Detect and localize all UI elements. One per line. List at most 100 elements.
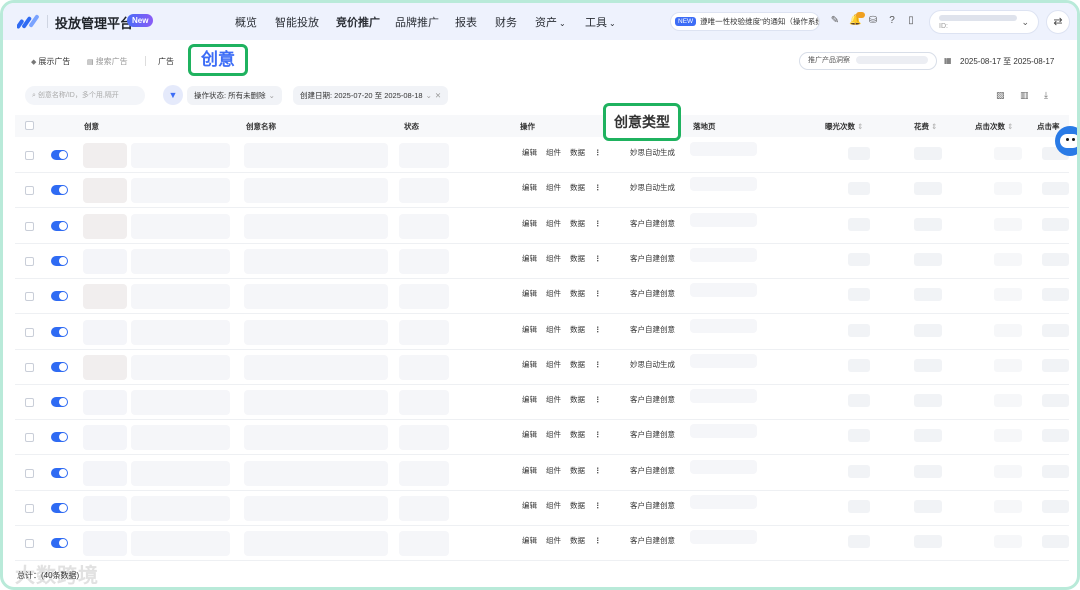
promo-product-insight[interactable]: 推广产品洞察 — [799, 52, 937, 70]
creative-thumbnail[interactable] — [83, 496, 127, 521]
component-link[interactable]: 组件 — [546, 430, 561, 439]
col-impressions[interactable]: 曝光次数 ⇕ — [825, 121, 863, 132]
status-toggle[interactable] — [51, 432, 68, 443]
row-checkbox[interactable] — [25, 327, 34, 337]
status-toggle[interactable] — [51, 503, 68, 513]
component-link[interactable]: 组件 — [546, 289, 561, 298]
edit-link[interactable]: 编辑 — [522, 183, 537, 192]
table-row[interactable]: 编辑 组件 数据 ⋮ 客户自建创意 — [15, 385, 1069, 421]
status-toggle[interactable] — [51, 255, 68, 266]
table-row[interactable]: 编辑 组件 数据 ⋮ 客户自建创意 — [15, 491, 1069, 526]
row-checkbox[interactable] — [25, 504, 34, 513]
data-link[interactable]: 数据 — [570, 325, 585, 334]
table-row[interactable]: 编辑 组件 数据 ⋮ 客户自建创意 — [15, 244, 1069, 279]
creative-thumbnail[interactable] — [83, 213, 127, 239]
logo-icon[interactable] — [17, 13, 39, 29]
table-row[interactable]: 编辑 组件 数据 ⋮ 客户自建创意 — [15, 315, 1069, 350]
edit-link[interactable]: 编辑 — [522, 360, 537, 369]
table-row[interactable]: 编辑 组件 数据 ⋮ 客户自建创意 — [15, 209, 1069, 244]
creative-thumbnail[interactable] — [83, 248, 127, 274]
menu-bidding-promotion[interactable]: 竞价推广 — [336, 14, 380, 30]
landing-page-placeholder[interactable] — [690, 212, 757, 227]
data-link[interactable]: 数据 — [570, 536, 585, 545]
row-checkbox[interactable] — [25, 292, 34, 302]
menu-brand-promotion[interactable]: 品牌推广 — [395, 14, 439, 30]
row-checkbox[interactable] — [25, 468, 34, 478]
landing-page-placeholder[interactable] — [690, 424, 757, 439]
select-all-checkbox[interactable] — [25, 121, 34, 130]
component-link[interactable]: 组件 — [546, 148, 561, 157]
landing-page-placeholder[interactable] — [690, 530, 757, 545]
status-toggle[interactable] — [51, 361, 68, 372]
more-icon[interactable]: ⋮ — [594, 289, 602, 298]
tab-search-ads[interactable]: ▤ 搜索广告 — [87, 56, 128, 67]
col-ctr[interactable]: 点击率 — [1037, 121, 1060, 132]
tab-creative[interactable]: 创意 — [188, 44, 248, 76]
data-link[interactable]: 数据 — [570, 501, 585, 510]
more-icon[interactable]: ⋮ — [594, 219, 602, 228]
table-row[interactable]: 编辑 组件 数据 ⋮ 客户自建创意 — [15, 526, 1069, 562]
component-link[interactable]: 组件 — [546, 254, 561, 263]
status-toggle[interactable] — [51, 397, 68, 408]
landing-page-placeholder[interactable] — [690, 318, 757, 333]
columns-icon[interactable]: ▥ — [1020, 90, 1029, 101]
notice-banner[interactable]: NEW 遵唯一性校验维度"的通知（操作系统 — [670, 12, 820, 31]
landing-page-placeholder[interactable] — [690, 177, 757, 192]
data-link[interactable]: 数据 — [570, 289, 585, 298]
landing-page-placeholder[interactable] — [690, 247, 757, 262]
row-checkbox[interactable] — [25, 186, 34, 196]
menu-assets[interactable]: 资产 ⌄ — [535, 14, 566, 30]
edit-link[interactable]: 编辑 — [522, 536, 537, 545]
status-toggle[interactable] — [51, 150, 68, 160]
landing-page-placeholder[interactable] — [690, 389, 757, 404]
creative-thumbnail[interactable] — [83, 460, 127, 486]
component-link[interactable]: 组件 — [546, 360, 561, 369]
tab-ads[interactable]: 广告 — [158, 56, 174, 67]
status-toggle[interactable] — [51, 467, 68, 478]
edit-link[interactable]: 编辑 — [522, 430, 537, 439]
landing-page-placeholder[interactable] — [690, 283, 757, 298]
row-checkbox[interactable] — [25, 539, 34, 549]
landing-page-placeholder[interactable] — [690, 353, 757, 368]
component-link[interactable]: 组件 — [546, 395, 561, 404]
row-checkbox[interactable] — [25, 256, 34, 266]
table-row[interactable]: 编辑 组件 数据 ⋮ 妙思自动生成 — [15, 173, 1069, 209]
status-toggle[interactable] — [51, 185, 68, 196]
data-link[interactable]: 数据 — [570, 148, 585, 157]
more-icon[interactable]: ⋮ — [594, 254, 602, 263]
data-link[interactable]: 数据 — [570, 219, 585, 228]
component-link[interactable]: 组件 — [546, 501, 561, 510]
creative-thumbnail[interactable] — [83, 390, 127, 416]
menu-reports[interactable]: 报表 — [455, 14, 477, 30]
landing-page-placeholder[interactable] — [690, 142, 757, 156]
landing-page-placeholder[interactable] — [690, 459, 757, 474]
row-checkbox[interactable] — [25, 221, 34, 231]
creative-thumbnail[interactable] — [83, 143, 127, 168]
data-link[interactable]: 数据 — [570, 395, 585, 404]
more-icon[interactable]: ⋮ — [594, 360, 602, 369]
filter-icon[interactable]: ▼ — [163, 85, 183, 105]
data-link[interactable]: 数据 — [570, 183, 585, 192]
search-input[interactable]: ⌕ 创意名称/ID，多个用,隔开 — [25, 86, 145, 105]
row-checkbox[interactable] — [25, 433, 34, 443]
landing-page-placeholder[interactable] — [690, 495, 757, 509]
edit-link[interactable]: 编辑 — [522, 254, 537, 263]
status-toggle[interactable] — [51, 538, 68, 549]
creative-thumbnail[interactable] — [83, 178, 127, 204]
data-link[interactable]: 数据 — [570, 430, 585, 439]
edit-link[interactable]: 编辑 — [522, 289, 537, 298]
menu-finance[interactable]: 财务 — [495, 14, 517, 30]
edit-link[interactable]: 编辑 — [522, 325, 537, 334]
edit-link[interactable]: 编辑 — [522, 466, 537, 475]
account-switcher[interactable]: ID: ⌄ — [929, 10, 1039, 34]
swap-icon[interactable]: ⇄ — [1046, 10, 1070, 34]
status-toggle[interactable] — [51, 220, 68, 231]
creative-thumbnail[interactable] — [83, 319, 127, 345]
more-icon[interactable]: ⋮ — [594, 430, 602, 439]
edit-link[interactable]: 编辑 — [522, 501, 537, 510]
date-range-picker[interactable]: 2025-08-17 至 2025-08-17 — [960, 56, 1054, 67]
col-cost[interactable]: 花费 ⇕ — [914, 121, 937, 132]
status-toggle[interactable] — [51, 326, 68, 337]
more-icon[interactable]: ⋮ — [594, 395, 602, 404]
row-checkbox[interactable] — [25, 398, 34, 408]
